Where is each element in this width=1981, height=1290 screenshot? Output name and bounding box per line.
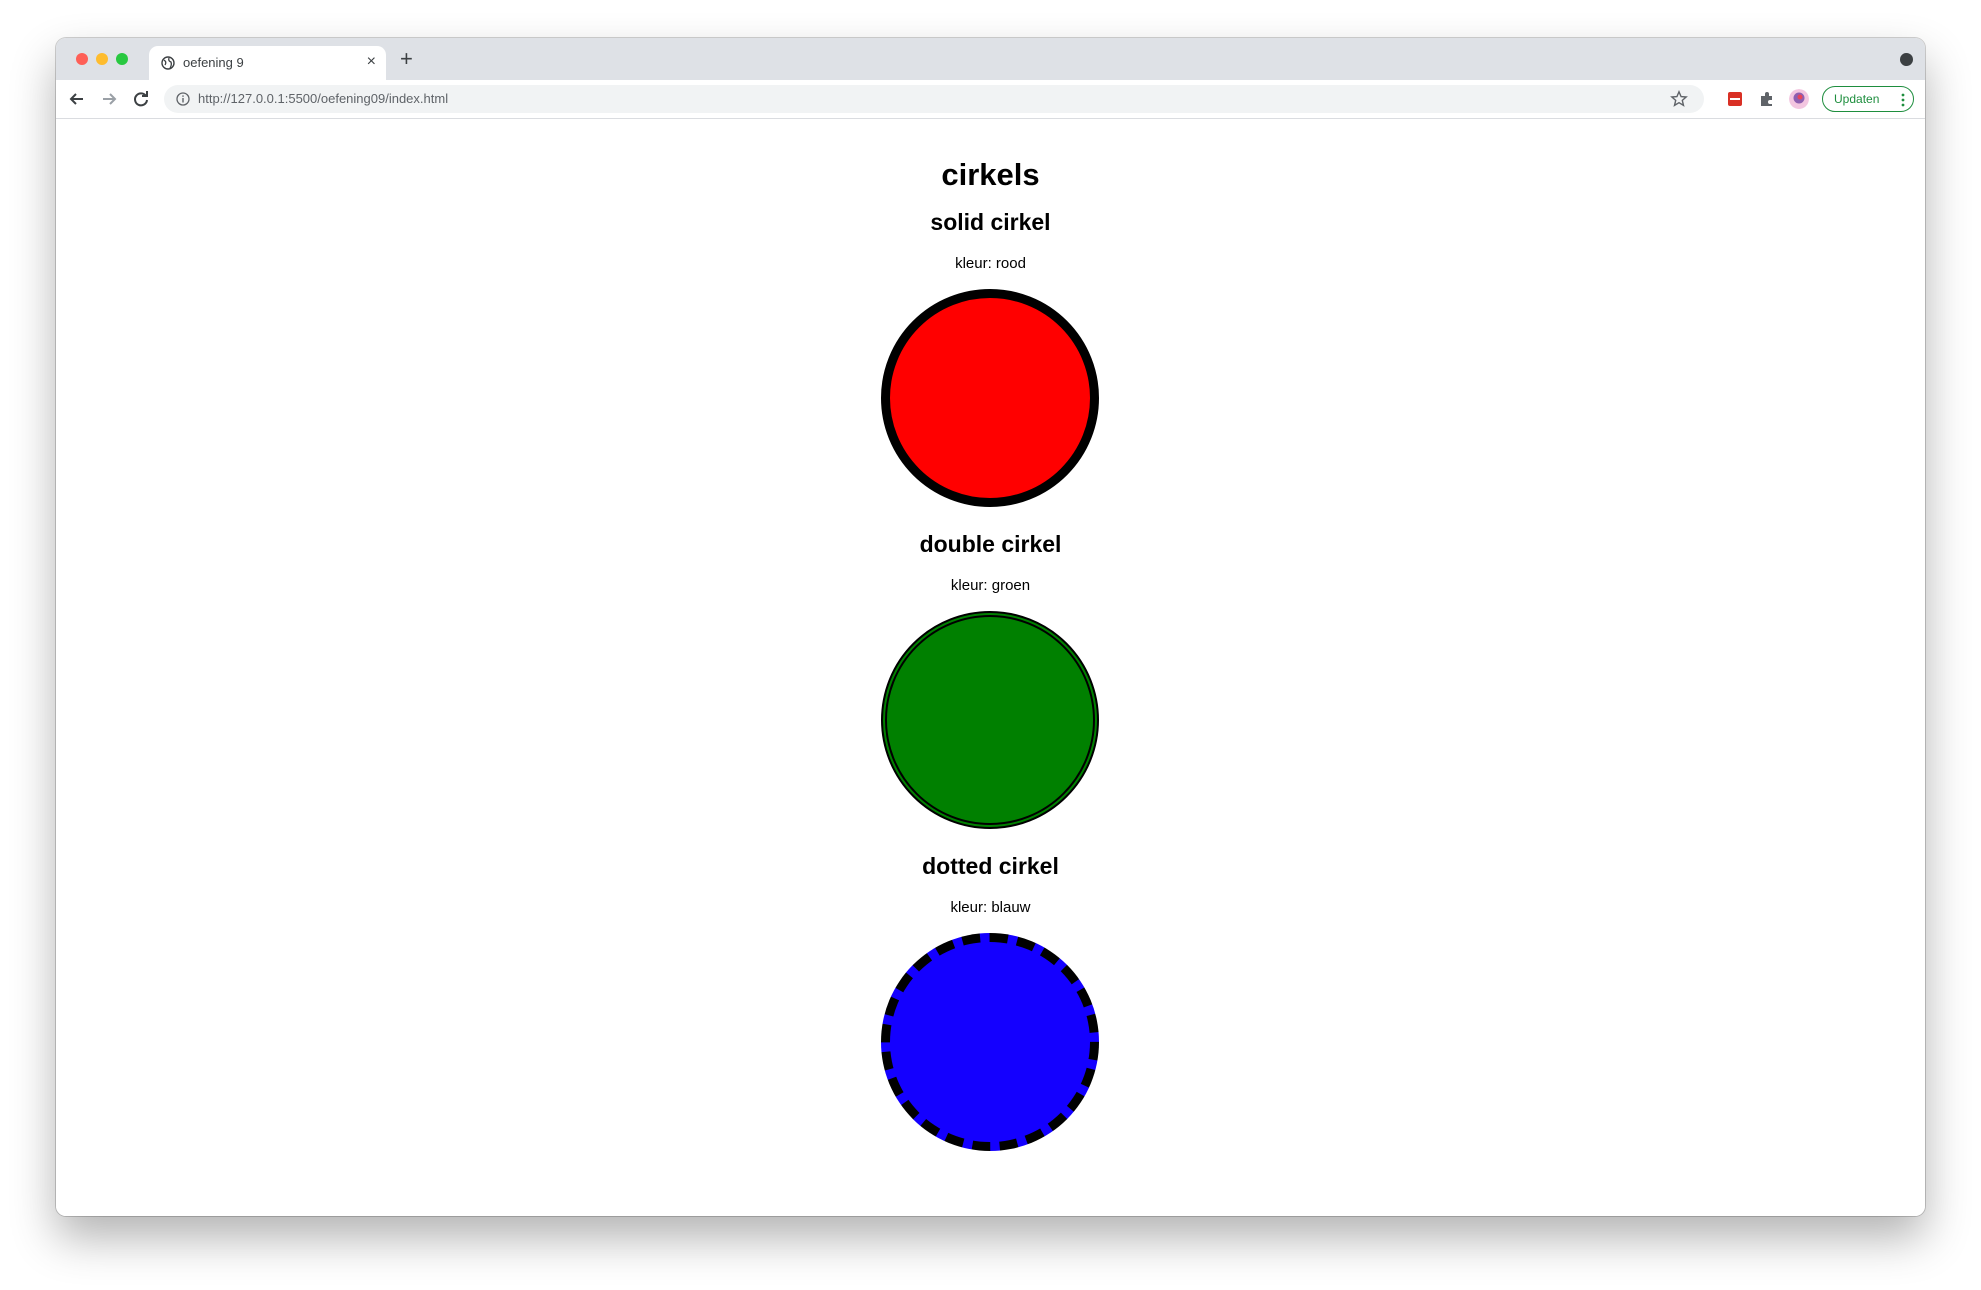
section-heading: double cirkel xyxy=(919,531,1062,557)
blue-dotted-circle xyxy=(881,933,1099,1151)
reload-icon[interactable] xyxy=(130,88,152,110)
extension-red-icon[interactable] xyxy=(1727,91,1743,107)
forward-arrow-icon[interactable] xyxy=(98,88,120,110)
close-window-button[interactable] xyxy=(76,53,88,65)
extensions-puzzle-icon[interactable] xyxy=(1758,90,1776,108)
minimize-window-button[interactable] xyxy=(96,53,108,65)
page-content: cirkels solid cirkel kleur: rood double … xyxy=(56,119,1925,1216)
browser-toolbar: http://127.0.0.1:5500/oefening09/index.h… xyxy=(56,80,1925,119)
maximize-window-button[interactable] xyxy=(116,53,128,65)
address-bar[interactable]: http://127.0.0.1:5500/oefening09/index.h… xyxy=(164,85,1704,113)
page-title: cirkels xyxy=(941,157,1040,192)
back-arrow-icon[interactable] xyxy=(66,88,88,110)
update-button-label: Updaten xyxy=(1834,92,1880,106)
color-label: kleur: groen xyxy=(950,577,1031,594)
green-double-circle xyxy=(881,611,1099,829)
color-label: kleur: rood xyxy=(955,255,1026,272)
info-icon[interactable] xyxy=(176,92,190,106)
url-text: http://127.0.0.1:5500/oefening09/index.h… xyxy=(198,91,449,106)
globe-icon xyxy=(161,56,175,70)
tab-close-icon[interactable]: × xyxy=(367,53,376,71)
tab-title: oefening 9 xyxy=(183,55,244,70)
new-tab-button[interactable]: + xyxy=(400,47,413,71)
user-avatar[interactable] xyxy=(1789,89,1809,109)
browser-window: oefening 9 × + http://127.0.0.1:5500/oef… xyxy=(56,38,1925,1216)
section-heading: dotted cirkel xyxy=(922,853,1059,879)
update-button[interactable]: Updaten xyxy=(1822,86,1914,112)
browser-profile-icon[interactable] xyxy=(1900,53,1913,66)
red-solid-circle xyxy=(881,289,1099,507)
tab-strip: oefening 9 × + xyxy=(56,38,1925,80)
color-label: kleur: blauw xyxy=(950,899,1031,916)
kebab-menu-icon[interactable] xyxy=(1901,93,1905,107)
tab-oefening-9[interactable]: oefening 9 × xyxy=(149,46,386,80)
section-heading: solid cirkel xyxy=(930,209,1051,235)
bookmark-star-icon[interactable] xyxy=(1670,90,1688,108)
